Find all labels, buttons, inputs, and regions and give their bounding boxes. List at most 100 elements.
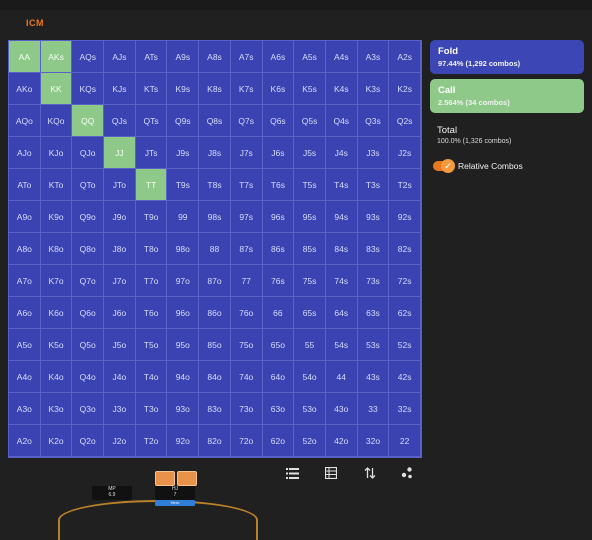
hand-cell[interactable]: Q8s [199,105,231,137]
hand-cell[interactable]: K3s [357,73,390,105]
hand-cell[interactable]: QJo [72,137,105,169]
hand-cell[interactable]: A4s [325,41,358,73]
hand-cell[interactable]: 88 [199,233,231,265]
hand-cell[interactable]: J6s [262,137,295,169]
hand-cell[interactable]: QTo [72,169,105,201]
hand-cell[interactable]: Q3o [72,393,105,425]
hand-cell[interactable]: 73s [357,265,390,297]
hand-cell[interactable]: 86o [199,297,231,329]
hand-cell[interactable]: AKs [40,41,73,73]
hand-cell[interactable]: K7s [230,73,263,105]
hand-cell[interactable]: 54o [294,361,326,393]
hand-cell[interactable]: 72o [230,425,263,457]
list-icon[interactable] [285,466,299,480]
hand-cell[interactable]: QQ [72,105,105,137]
hand-cell[interactable]: J4o [104,361,136,393]
hand-cell[interactable]: 73o [230,393,263,425]
hand-cell[interactable]: 64s [325,297,358,329]
hand-cell[interactable]: 42o [325,425,358,457]
hand-cell[interactable]: 62s [389,297,421,329]
hand-cell[interactable]: 98o [167,233,200,265]
hand-cell[interactable]: 62o [262,425,295,457]
hand-cell[interactable]: T9s [167,169,200,201]
hand-cell[interactable]: 99 [167,201,200,233]
hand-cell[interactable]: 66 [262,297,295,329]
hand-cell[interactable]: 44 [325,361,358,393]
hand-cell[interactable]: T7o [135,265,168,297]
relative-combos-toggle[interactable]: ✓ Relative Combos [433,159,523,173]
hand-cell[interactable]: Q4o [72,361,105,393]
hand-cell[interactable]: K7o [40,265,73,297]
hand-cell[interactable]: 43o [325,393,358,425]
hand-cell[interactable]: K2s [389,73,421,105]
hand-cell[interactable]: J5s [294,137,326,169]
hand-cell[interactable]: KQo [40,105,73,137]
hand-cell[interactable]: JTo [104,169,136,201]
hand-cell[interactable]: QJs [104,105,136,137]
hand-cell[interactable]: T9o [135,201,168,233]
hand-cell[interactable]: 85o [199,329,231,361]
hand-cell[interactable]: A4o [9,361,41,393]
hand-cell[interactable]: 93s [357,201,390,233]
hand-cell[interactable]: T4o [135,361,168,393]
hand-cell[interactable]: Q9o [72,201,105,233]
hand-cell[interactable]: A7s [230,41,263,73]
hand-cell[interactable]: K8o [40,233,73,265]
hand-cell[interactable]: ATs [135,41,168,73]
hand-cell[interactable]: 52s [389,329,421,361]
fold-panel[interactable]: Fold 97.44% (1,292 combos) [430,40,584,74]
hand-cell[interactable]: K5o [40,329,73,361]
hand-cell[interactable]: 32o [357,425,390,457]
hand-cell[interactable]: KJo [40,137,73,169]
hand-cell[interactable]: J3o [104,393,136,425]
hand-cell[interactable]: T5o [135,329,168,361]
hand-cell[interactable]: T7s [230,169,263,201]
hand-cell[interactable]: T6o [135,297,168,329]
hand-cell[interactable]: Q2o [72,425,105,457]
hand-cell[interactable]: A9s [167,41,200,73]
hand-cell[interactable]: 94s [325,201,358,233]
hand-cell[interactable]: J6o [104,297,136,329]
hand-cell[interactable]: 22 [389,425,421,457]
hand-cell[interactable]: J7o [104,265,136,297]
hand-cell[interactable]: Q7o [72,265,105,297]
hand-cell[interactable]: A5o [9,329,41,361]
hand-cell[interactable]: QTs [135,105,168,137]
hand-cell[interactable]: 53s [357,329,390,361]
hand-cell[interactable]: 52o [294,425,326,457]
hand-cell[interactable]: JTs [135,137,168,169]
hand-cell[interactable]: 75s [294,265,326,297]
hand-cell[interactable]: J7s [230,137,263,169]
hand-cell[interactable]: Q5o [72,329,105,361]
hand-cell[interactable]: 53o [294,393,326,425]
hand-cell[interactable]: J2s [389,137,421,169]
hand-cell[interactable]: 92o [167,425,200,457]
hand-cell[interactable]: J4s [325,137,358,169]
hand-cell[interactable]: JJ [104,137,136,169]
hand-cell[interactable]: KK [40,73,73,105]
hand-cell[interactable]: Q6s [262,105,295,137]
hand-cell[interactable]: Q4s [325,105,358,137]
hand-cell[interactable]: 85s [294,233,326,265]
hand-cell[interactable]: Q2s [389,105,421,137]
hand-cell[interactable]: A9o [9,201,41,233]
hand-cell[interactable]: T5s [294,169,326,201]
hand-cell[interactable]: 95o [167,329,200,361]
hand-cell[interactable]: TT [135,169,168,201]
hand-cell[interactable]: 96s [262,201,295,233]
hand-cell[interactable]: T6s [262,169,295,201]
seat-hj[interactable]: HJ 7 [155,486,195,500]
hand-cell[interactable]: K4s [325,73,358,105]
hand-cell[interactable]: T2o [135,425,168,457]
hand-cell[interactable]: 92s [389,201,421,233]
hand-cell[interactable]: K5s [294,73,326,105]
hand-cell[interactable]: A5s [294,41,326,73]
hand-cell[interactable]: 86s [262,233,295,265]
hand-cell[interactable]: 95s [294,201,326,233]
hand-cell[interactable]: KQs [72,73,105,105]
hand-cell[interactable]: 72s [389,265,421,297]
hand-cell[interactable]: 65o [262,329,295,361]
hand-cell[interactable]: 93o [167,393,200,425]
hand-cell[interactable]: 83o [199,393,231,425]
hand-cell[interactable]: K2o [40,425,73,457]
